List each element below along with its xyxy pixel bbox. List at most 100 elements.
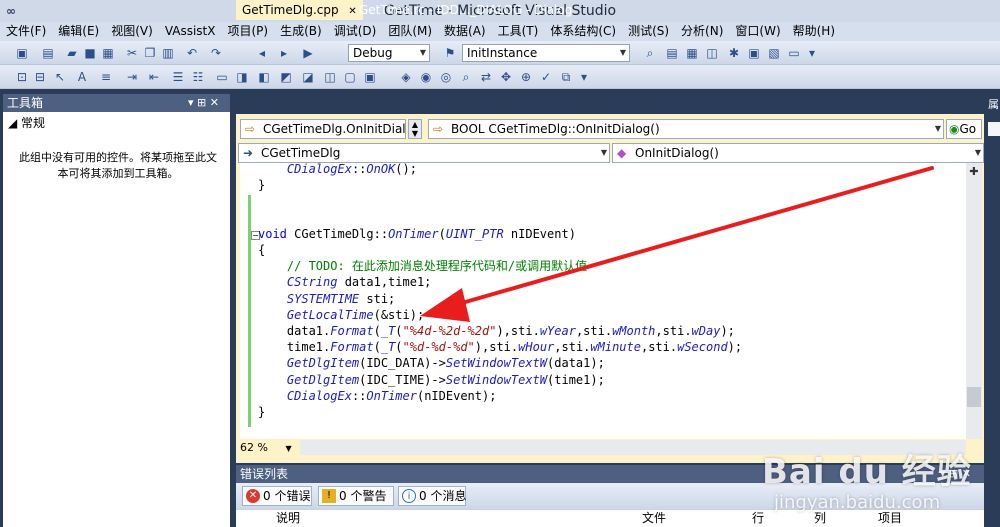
member-nav-value: BOOL CGetTimeDlg::OnInitDialog() [451, 122, 660, 136]
properties-tab-label[interactable]: 属 [988, 96, 1000, 112]
command-window-icon[interactable]: ▭ [786, 45, 802, 61]
solution-explorer-icon[interactable]: ▤ [664, 45, 680, 61]
vax-icon-8[interactable]: ✓ [538, 69, 554, 85]
tab-order-icon[interactable]: ≡ [98, 69, 114, 85]
extension-manager-icon[interactable]: ▣ [746, 45, 762, 61]
menu-team[interactable]: 团队(M) [382, 22, 438, 41]
tab-label: GetTime.rc - IDD..._DIALOG - Dialog [359, 3, 573, 17]
menu-architecture[interactable]: 体系结构(C) [544, 22, 622, 41]
menu-vassistx[interactable]: VAssistX [159, 22, 222, 41]
chevron-down-icon: ▼ [285, 444, 292, 453]
find-icon[interactable]: ⌕ [642, 45, 658, 61]
redo-icon[interactable]: ↷ [208, 45, 224, 61]
menu-file[interactable]: 文件(F) [0, 22, 52, 41]
navigate-backward-icon[interactable]: ◂ [254, 45, 270, 61]
uncomment-icon[interactable]: ☷ [190, 69, 206, 85]
find-in-files-icon[interactable]: ⚑ [442, 45, 458, 61]
go-label: Go [959, 122, 977, 136]
code-line: GetDlgItem(IDC_DATA)->SetWindowTextW(dat… [286, 356, 605, 371]
baidu-watermark: Bai du 经验 jingyan.baidu.com [762, 444, 1000, 524]
vax-icon-7[interactable]: ⊕ [518, 69, 534, 85]
code-line: CDialogEx::OnOK(); [286, 162, 417, 176]
align-text-icon[interactable]: A [74, 69, 90, 85]
menu-data[interactable]: 数据(A) [438, 22, 492, 41]
warnings-filter-button[interactable]: ! 0 个警告 [318, 486, 394, 506]
open-file-icon[interactable]: ▰ [64, 45, 80, 61]
copy-icon[interactable]: ❐ [142, 45, 158, 61]
toolbox-icon[interactable]: ✱ [726, 45, 742, 61]
comment-icon[interactable]: ☰ [170, 69, 186, 85]
column-description[interactable]: 说明 [276, 510, 300, 526]
class-nav-value: CGetTimeDlg.OnInitDialc [263, 122, 406, 136]
chevron-down-icon: ▼ [974, 148, 981, 157]
add-item-icon[interactable]: ▤ [40, 45, 56, 61]
menu-debug[interactable]: 调试(D) [328, 22, 383, 41]
align-left-icon[interactable]: ⊟ [32, 69, 48, 85]
messages-filter-button[interactable]: i 0 个消息 [398, 486, 466, 506]
menu-bar: 文件(F) 编辑(E) 视图(V) VAssistX 项目(P) 生成(B) 调… [0, 22, 1000, 41]
properties-pin-icon[interactable] [988, 122, 1000, 136]
menu-view[interactable]: 视图(V) [105, 22, 159, 41]
go-button[interactable]: ◉Go [946, 119, 982, 139]
zoom-value: 62 % [240, 441, 268, 454]
next-bookmark-icon[interactable]: ◧ [256, 69, 272, 85]
toolbar-options-icon[interactable]: ▾ [804, 45, 820, 61]
vax-icon-1[interactable]: ◈ [398, 69, 414, 85]
save-all-icon[interactable]: ▦ [100, 45, 116, 61]
cut-icon[interactable]: ✂ [124, 45, 140, 61]
vax-icon-5[interactable]: ⇄ [478, 69, 494, 85]
prev-bookmark-folder-icon[interactable]: ◩ [278, 69, 294, 85]
toolbox-window-controls[interactable]: ▾ ⊞ ✕ [188, 94, 228, 112]
toolbox-group-general[interactable]: ◢ 常规 [8, 115, 208, 131]
navigate-forward-icon[interactable]: ▸ [276, 45, 292, 61]
bookmark-icon[interactable]: ▭ [214, 69, 230, 85]
toggle-bookmark-icon[interactable]: ▢ [342, 69, 358, 85]
undo-icon[interactable]: ↶ [184, 45, 200, 61]
menu-test[interactable]: 测试(S) [622, 22, 675, 41]
start-debugging-icon[interactable]: ▶ [300, 45, 316, 61]
outdent-icon[interactable]: ⇤ [146, 69, 162, 85]
vax-icon-6[interactable]: ✥ [498, 69, 514, 85]
menu-analyze[interactable]: 分析(N) [675, 22, 729, 41]
class-nav-combo[interactable]: ⇨ CGetTimeDlg.OnInitDialc [240, 119, 406, 139]
tab-gettimedlg-cpp[interactable]: GetTimeDlg.cpp ✕ [236, 0, 363, 20]
pointer-icon[interactable]: ↖ [52, 69, 68, 85]
save-icon[interactable]: ■ [82, 45, 98, 61]
scope-combo[interactable]: ➜ CGetTimeDlg ▼ [238, 143, 610, 163]
menu-tools[interactable]: 工具(T) [492, 22, 545, 41]
vax-icon-9[interactable]: ⧉ [558, 69, 574, 85]
vax-icon-4[interactable]: ⌕ [458, 69, 474, 85]
object-browser-icon[interactable]: ◫ [704, 45, 720, 61]
toolbar-options-icon[interactable]: ▾ [576, 69, 592, 85]
start-page-icon[interactable]: ▧ [766, 45, 782, 61]
splitter-icon[interactable]: ✚ [966, 165, 982, 179]
find-combo[interactable]: InitInstance ▼ [462, 44, 630, 62]
prev-bookmark-icon[interactable]: ◨ [234, 69, 250, 85]
vax-icon-2[interactable]: ◉ [418, 69, 434, 85]
method-combo[interactable]: ◆ OnInitDialog() ▼ [612, 143, 984, 163]
properties-icon[interactable]: ▦ [684, 45, 700, 61]
new-project-icon[interactable]: ▣ [14, 45, 30, 61]
menu-help[interactable]: 帮助(H) [787, 22, 841, 41]
bookmark-window-icon[interactable]: ▣ [362, 69, 378, 85]
indent-icon[interactable]: ⇥ [124, 69, 140, 85]
menu-window[interactable]: 窗口(W) [729, 22, 786, 41]
paste-icon[interactable]: ▥ [160, 45, 176, 61]
class-nav-icon: ⇨ [245, 122, 256, 136]
zoom-combo[interactable]: 62 % ▼ [238, 440, 294, 455]
vertical-scrollbar-thumb[interactable] [967, 387, 981, 407]
chevron-down-icon: ▼ [934, 124, 941, 133]
clear-bookmarks-icon[interactable]: ◫ [322, 69, 338, 85]
next-bookmark-folder-icon[interactable]: ◪ [300, 69, 316, 85]
menu-project[interactable]: 项目(P) [221, 22, 274, 41]
member-nav-combo[interactable]: ⇨ BOOL CGetTimeDlg::OnInitDialog() ▼ [428, 119, 944, 139]
tab-gettime-rc[interactable]: GetTime.rc - IDD..._DIALOG - Dialog [353, 0, 578, 20]
vax-icon-3[interactable]: ◎ [438, 69, 454, 85]
solution-configuration-combo[interactable]: Debug ▼ [348, 44, 430, 62]
menu-build[interactable]: 生成(B) [274, 22, 328, 41]
column-file[interactable]: 文件 [642, 510, 666, 526]
test-dialog-icon[interactable]: ⊡ [14, 69, 30, 85]
errors-filter-button[interactable]: ✕ 0 个错误 [242, 486, 312, 506]
menu-edit[interactable]: 编辑(E) [52, 22, 105, 41]
class-nav-spinner[interactable]: ▲ ▼ [408, 119, 422, 139]
